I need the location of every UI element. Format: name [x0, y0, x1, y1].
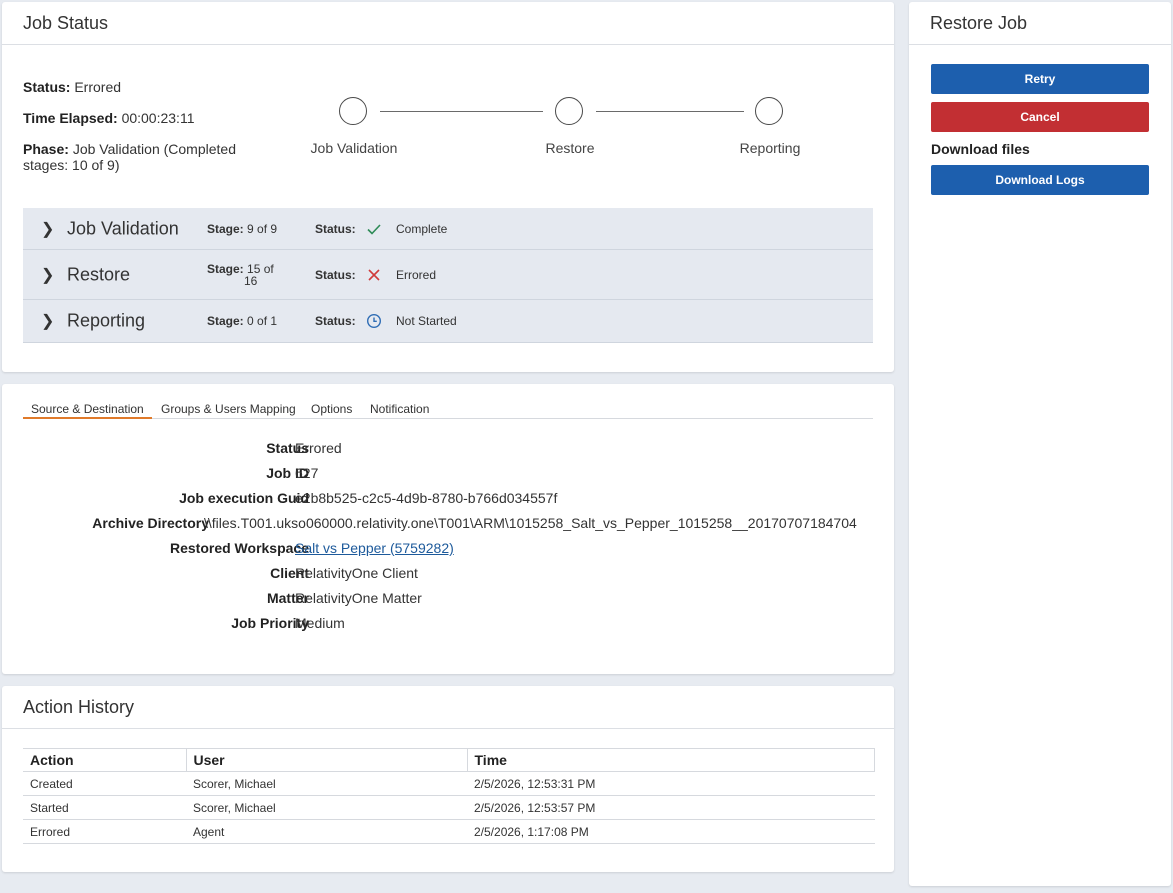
step-circle-job-validation: [339, 97, 367, 125]
job-details-card: Source & Destination Groups & Users Mapp…: [2, 384, 894, 674]
detail-label: Restored Workspace: [169, 540, 309, 556]
job-status-card: Job Status Status: Errored Time Elapsed:…: [2, 2, 894, 372]
stage-row-restore[interactable]: ❯ Restore Stage: 15 of 16 Status: Errored: [23, 250, 873, 300]
detail-label: Job execution Guid: [179, 490, 309, 506]
step-label-restore: Restore: [545, 140, 595, 156]
stage-status-text: Complete: [396, 221, 448, 236]
time-elapsed-label: Time Elapsed:: [23, 110, 118, 126]
phase-label: Phase:: [23, 141, 69, 157]
stage-name: Job Validation: [67, 218, 179, 238]
download-files-heading: Download files: [931, 141, 1030, 157]
column-header-time[interactable]: Time: [466, 748, 875, 772]
tab-notification[interactable]: Notification: [362, 400, 437, 419]
cell-action: Created: [23, 771, 186, 796]
column-header-action[interactable]: Action: [23, 748, 187, 772]
detail-label: Archive Directory: [92, 515, 209, 531]
step-connector: [596, 111, 744, 112]
stage-progress: Stage: 9 of 9: [207, 223, 277, 235]
tab-source-destination[interactable]: Source & Destination: [23, 400, 152, 419]
phase-value-line2: stages: 10 of 9): [23, 157, 120, 173]
detail-value: \\files.T001.ukso060000.relativity.one\T…: [204, 515, 857, 531]
details-list: Status Errored Job ID 627 Job execution …: [23, 440, 883, 640]
cell-action: Errored: [23, 819, 186, 844]
table-row: Started Scorer, Michael 2/5/2026, 12:53:…: [23, 795, 875, 820]
stages-list: ❯ Job Validation Stage: 9 of 9 Status: C…: [23, 208, 873, 343]
stage-progress: Stage: 0 of 1: [207, 315, 277, 327]
stage-label: Stage:: [207, 221, 244, 236]
status-line: Status: Errored: [23, 79, 121, 95]
column-header-user[interactable]: User: [185, 748, 468, 772]
detail-row-job-priority: Job Priority Medium: [23, 615, 883, 640]
action-history-table: Action User Time Created Scorer, Michael…: [23, 748, 875, 844]
action-history-card: Action History Action User Time Created …: [2, 686, 894, 872]
stage-count-cont: 16: [244, 273, 258, 288]
restore-job-panel: Restore Job Retry Cancel Download files …: [909, 2, 1171, 886]
retry-button[interactable]: Retry: [931, 64, 1149, 94]
stage-name: Reporting: [67, 310, 146, 331]
stage-status-label: Status:: [315, 314, 356, 328]
time-elapsed-line: Time Elapsed: 00:00:23:11: [23, 110, 194, 126]
stage-status-text: Errored: [396, 267, 437, 282]
details-tabs: Source & Destination Groups & Users Mapp…: [23, 400, 873, 419]
restored-workspace-link[interactable]: Salt vs Pepper (5759282): [295, 540, 454, 556]
detail-row-restored-workspace: Restored Workspace Salt vs Pepper (57592…: [23, 540, 883, 565]
phase-stepper: Job Validation Restore Reporting: [302, 97, 822, 167]
detail-value: RelativityOne Client: [295, 565, 418, 581]
detail-row-archive-directory: Archive Directory \\files.T001.ukso06000…: [23, 515, 883, 540]
detail-value: 627: [295, 465, 319, 481]
chevron-right-icon[interactable]: ❯: [41, 219, 54, 239]
cell-action: Started: [23, 795, 186, 820]
detail-value: Errored: [295, 440, 342, 456]
phase-line: Phase: Job Validation (Completed stages:…: [23, 141, 263, 173]
detail-value: e2b8b525-c2c5-4d9b-8780-b766d034557f: [295, 490, 558, 506]
cell-time: 2/5/2026, 1:17:08 PM: [467, 819, 875, 844]
step-connector: [380, 111, 543, 112]
detail-row-job-guid: Job execution Guid e2b8b525-c2c5-4d9b-87…: [23, 490, 883, 515]
restore-job-title: Restore Job: [909, 2, 1171, 45]
stage-row-reporting[interactable]: ❯ Reporting Stage: 0 of 1 Status: Not St…: [23, 300, 873, 343]
detail-row-matter: Matter RelativityOne Matter: [23, 590, 883, 615]
step-circle-reporting: [755, 97, 783, 125]
check-icon: [367, 223, 381, 235]
chevron-right-icon[interactable]: ❯: [41, 311, 54, 331]
table-header-row: Action User Time: [23, 748, 875, 772]
stage-status-label: Status:: [315, 221, 356, 236]
download-logs-button[interactable]: Download Logs: [931, 165, 1149, 195]
detail-value: RelativityOne Matter: [295, 590, 422, 606]
tab-options[interactable]: Options: [303, 400, 360, 419]
stage-label: Stage:: [207, 314, 244, 328]
step-label-job-validation: Job Validation: [310, 140, 398, 156]
stage-count: 9 of 9: [247, 221, 278, 236]
cancel-button[interactable]: Cancel: [931, 102, 1149, 132]
table-row: Errored Agent 2/5/2026, 1:17:08 PM: [23, 819, 875, 844]
phase-value-line1: Job Validation (Completed: [72, 141, 236, 157]
status-label: Status:: [23, 79, 71, 95]
cell-user: Scorer, Michael: [186, 771, 467, 796]
stage-name: Restore: [67, 264, 131, 284]
error-x-icon: [368, 268, 380, 281]
status-value: Errored: [74, 79, 122, 95]
time-elapsed-value: 00:00:23:11: [121, 110, 195, 126]
tab-groups-users-mapping[interactable]: Groups & Users Mapping: [153, 400, 304, 419]
stage-progress: Stage: 15 of 16: [207, 263, 274, 287]
stage-status-text: Not Started: [396, 314, 457, 328]
job-status-title: Job Status: [2, 2, 894, 45]
stage-count: 0 of 1: [247, 314, 278, 328]
chevron-right-icon[interactable]: ❯: [41, 265, 54, 285]
detail-row-job-id: Job ID 627: [23, 465, 883, 490]
stage-row-job-validation[interactable]: ❯ Job Validation Stage: 9 of 9 Status: C…: [23, 208, 873, 250]
cell-time: 2/5/2026, 12:53:31 PM: [467, 771, 875, 796]
clock-icon: [366, 313, 382, 329]
cell-time: 2/5/2026, 12:53:57 PM: [467, 795, 875, 820]
step-circle-restore: [555, 97, 583, 125]
step-label-reporting: Reporting: [739, 140, 801, 156]
cell-user: Agent: [186, 819, 467, 844]
detail-row-status: Status Errored: [23, 440, 883, 465]
action-history-title: Action History: [2, 686, 894, 729]
detail-value: Medium: [295, 615, 345, 631]
detail-row-client: Client RelativityOne Client: [23, 565, 883, 590]
cell-user: Scorer, Michael: [186, 795, 467, 820]
stage-status-label: Status:: [315, 267, 356, 282]
table-row: Created Scorer, Michael 2/5/2026, 12:53:…: [23, 771, 875, 796]
